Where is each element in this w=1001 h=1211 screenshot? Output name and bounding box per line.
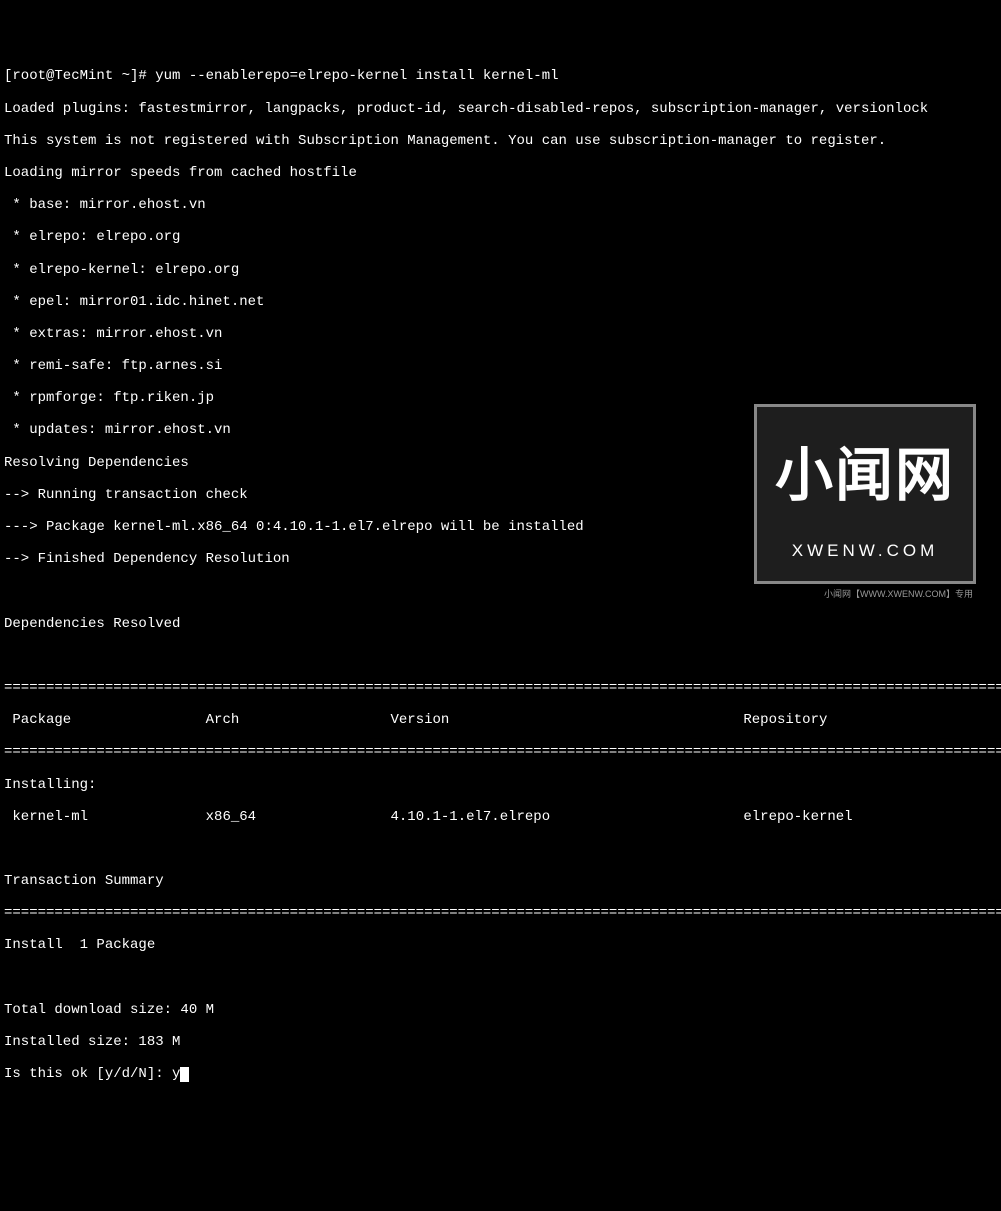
row-package: kernel-ml — [4, 809, 88, 825]
mirror-base: * base: mirror.ehost.vn — [4, 197, 997, 213]
installed-size: Installed size: 183 M — [4, 1034, 997, 1050]
header-arch: Arch — [206, 712, 240, 728]
row-arch: x86_64 — [206, 809, 256, 825]
blank-line — [4, 970, 997, 986]
watermark: 小闻网 XWENW.COM — [754, 404, 976, 584]
mirror-epel: * epel: mirror01.idc.hinet.net — [4, 294, 997, 310]
mirror-extras: * extras: mirror.ehost.vn — [4, 326, 997, 342]
watermark-sub-text: XWENW.COM — [775, 541, 955, 561]
watermark-footer: 小闻网【WWW.XWENW.COM】专用 — [824, 589, 973, 599]
table-divider-mid: ========================================… — [4, 744, 997, 760]
blank-line — [4, 841, 997, 857]
shell-command: yum --enablerepo=elrepo-kernel install k… — [155, 68, 558, 84]
mirror-remi-safe: * remi-safe: ftp.arnes.si — [4, 358, 997, 374]
command-prompt-line: [root@TecMint ~]# yum --enablerepo=elrep… — [4, 68, 997, 84]
output-loading-mirrors: Loading mirror speeds from cached hostfi… — [4, 165, 997, 181]
row-version: 4.10.1-1.el7.elrepo — [390, 809, 550, 825]
transaction-summary-title: Transaction Summary — [4, 873, 997, 889]
header-repository: Repository — [743, 712, 827, 728]
table-row: kernel-ml x86_64 4.10.1-1.el7.elrepo elr… — [4, 809, 997, 825]
output-plugins: Loaded plugins: fastestmirror, langpacks… — [4, 101, 997, 117]
mirror-elrepo-kernel: * elrepo-kernel: elrepo.org — [4, 262, 997, 278]
row-repository: elrepo-kernel — [743, 809, 852, 825]
cursor-icon — [180, 1067, 189, 1082]
table-header: Package Arch Version Repository — [4, 712, 997, 728]
download-size: Total download size: 40 M — [4, 1002, 997, 1018]
blank-line — [4, 648, 997, 664]
table-divider-bottom: ========================================… — [4, 905, 997, 921]
watermark-main-text: 小闻网 — [775, 447, 955, 505]
table-divider-top: ========================================… — [4, 680, 997, 696]
deps-resolved: Dependencies Resolved — [4, 616, 997, 632]
installing-label: Installing: — [4, 777, 997, 793]
confirmation-response: y — [172, 1066, 180, 1082]
confirmation-prompt: Is this ok [y/d/N]: — [4, 1066, 172, 1082]
header-package: Package — [4, 712, 71, 728]
shell-prompt: [root@TecMint ~]# — [4, 68, 155, 84]
confirmation-prompt-line[interactable]: Is this ok [y/d/N]: y — [4, 1066, 997, 1082]
mirror-elrepo: * elrepo: elrepo.org — [4, 229, 997, 245]
output-registration: This system is not registered with Subsc… — [4, 133, 997, 149]
header-version: Version — [390, 712, 449, 728]
install-count: Install 1 Package — [4, 937, 997, 953]
